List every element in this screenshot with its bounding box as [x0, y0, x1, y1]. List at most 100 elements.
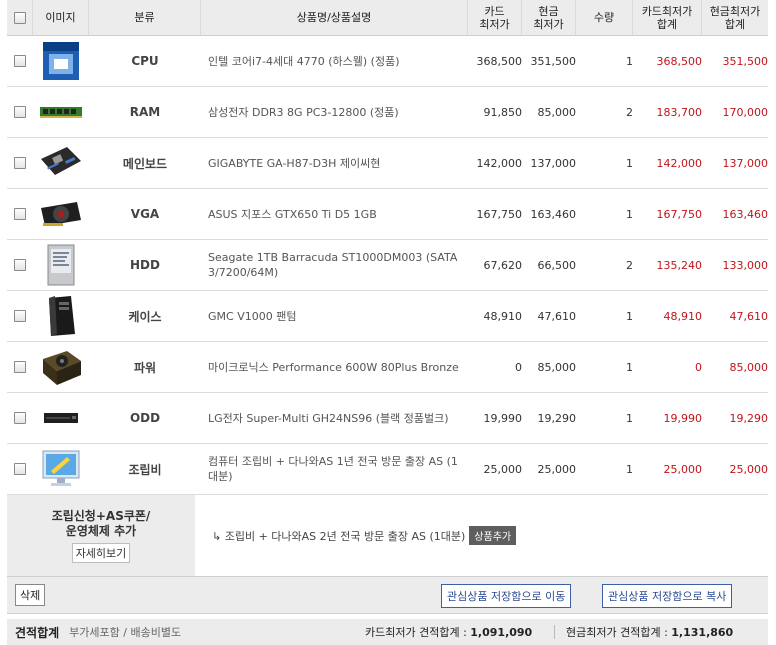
select-all-cell: [7, 0, 33, 35]
card-price: 368,500: [476, 54, 523, 68]
extra-option-item: ↳ 조립비 + 다나와AS 2년 전국 방문 출장 AS (1대분) 상품추가: [195, 495, 768, 576]
card-price: 142,000: [476, 156, 523, 170]
ram-stick-icon: [37, 90, 85, 134]
product-name[interactable]: LG전자 Super-Multi GH24NS96 (블랙 정품벌크): [201, 393, 468, 443]
cash-price: 351,500: [530, 54, 577, 68]
cash-total: 163,460: [722, 207, 769, 221]
product-image[interactable]: [33, 240, 89, 290]
header-card-price: 카드 최저가: [468, 0, 522, 35]
row-checkbox-cell: [7, 189, 33, 239]
cash-total-label: 현금최저가 견적합계 :: [566, 626, 672, 639]
card-total-summary: 카드최저가 견적합계 : 1,091,090: [365, 624, 532, 640]
card-total: 19,990: [663, 411, 703, 425]
graphics-card-icon: [37, 192, 85, 236]
product-image[interactable]: [33, 36, 89, 86]
row-checkbox[interactable]: [14, 361, 26, 373]
product-image[interactable]: [33, 87, 89, 137]
row-checkbox-cell: [7, 342, 33, 392]
product-name[interactable]: 컴퓨터 조립비 + 다나와AS 1년 전국 방문 출장 AS (1대분): [201, 444, 468, 494]
add-product-button[interactable]: 상품추가: [469, 526, 517, 545]
quantity: 2: [626, 258, 633, 272]
row-checkbox[interactable]: [14, 412, 26, 424]
cash-price: 137,000: [530, 156, 577, 170]
product-name[interactable]: ASUS 지포스 GTX650 Ti D5 1GB: [201, 189, 468, 239]
detail-view-button[interactable]: 자세히보기: [71, 542, 131, 563]
card-total: 183,700: [656, 105, 703, 119]
card-price: 91,850: [483, 105, 523, 119]
product-image[interactable]: [33, 189, 89, 239]
row-checkbox[interactable]: [14, 208, 26, 220]
table-row: ODD LG전자 Super-Multi GH24NS96 (블랙 정품벌크) 19…: [7, 393, 768, 444]
card-price: 67,620: [483, 258, 523, 272]
row-checkbox[interactable]: [14, 310, 26, 322]
table-row: HDD Seagate 1TB Barracuda ST1000DM003 (SA…: [7, 240, 768, 291]
product-image[interactable]: [33, 393, 89, 443]
product-category: ODD: [129, 411, 161, 425]
card-price: 0: [515, 360, 522, 374]
action-bar: 삭제 관심상품 저장함으로 이동 관심상품 저장함으로 복사: [7, 577, 768, 614]
cash-price: 85,000: [537, 360, 577, 374]
row-checkbox-cell: [7, 291, 33, 341]
product-image[interactable]: [33, 342, 89, 392]
table-row: VGA ASUS 지포스 GTX650 Ti D5 1GB 167,750 163,4…: [7, 189, 768, 240]
product-category: CPU: [131, 54, 159, 68]
row-checkbox-cell: [7, 240, 33, 290]
card-price: 48,910: [483, 309, 523, 323]
card-total: 368,500: [656, 54, 703, 68]
card-total-value: 1,091,090: [470, 626, 533, 639]
table-row: 파워 마이크로닉스 Performance 600W 80Plus Bronze 0…: [7, 342, 768, 393]
cash-price: 85,000: [537, 105, 577, 119]
card-total: 0: [695, 360, 702, 374]
motherboard-icon: [37, 141, 85, 185]
cash-total: 47,610: [729, 309, 769, 323]
cash-price: 66,500: [537, 258, 577, 272]
product-category: RAM: [129, 105, 161, 119]
product-name[interactable]: 마이크로닉스 Performance 600W 80Plus Bronze: [201, 342, 468, 392]
product-image[interactable]: [33, 444, 89, 494]
table-row: RAM 삼성전자 DDR3 8G PC3-12800 (정품) 91,850 85,0…: [7, 87, 768, 138]
cash-price: 163,460: [530, 207, 577, 221]
move-to-wishlist-button[interactable]: 관심상품 저장함으로 이동: [441, 584, 572, 608]
optical-drive-icon: [37, 396, 85, 440]
card-total: 135,240: [656, 258, 703, 272]
product-image[interactable]: [33, 291, 89, 341]
cash-total-summary: 현금최저가 견적합계 : 1,131,860: [566, 624, 733, 640]
row-checkbox[interactable]: [14, 463, 26, 475]
row-checkbox[interactable]: [14, 106, 26, 118]
header-qty: 수량: [576, 0, 633, 35]
card-total: 25,000: [663, 462, 703, 476]
copy-to-wishlist-button[interactable]: 관심상품 저장함으로 복사: [602, 584, 733, 608]
cash-total: 170,000: [722, 105, 769, 119]
card-total: 48,910: [663, 309, 703, 323]
product-name[interactable]: GMC V1000 팬텀: [201, 291, 468, 341]
product-name[interactable]: GIGABYTE GA-H87-D3H 제이씨현: [201, 138, 468, 188]
total-note: 부가세포함 / 배송비별도: [69, 626, 182, 639]
table-row: CPU 인텔 코어i7-4세대 4770 (하스웰) (정품) 368,500 351…: [7, 36, 768, 87]
card-price: 167,750: [476, 207, 523, 221]
product-name[interactable]: 인텔 코어i7-4세대 4770 (하스웰) (정품): [201, 36, 468, 86]
delete-button[interactable]: 삭제: [15, 584, 46, 606]
row-checkbox[interactable]: [14, 157, 26, 169]
row-checkbox-cell: [7, 393, 33, 443]
table-row: 조립비 컴퓨터 조립비 + 다나와AS 1년 전국 방문 출장 AS (1대분) 2…: [7, 444, 768, 495]
row-checkbox-cell: [7, 87, 33, 137]
quantity: 1: [626, 207, 633, 221]
row-checkbox[interactable]: [14, 259, 26, 271]
quantity: 1: [626, 462, 633, 476]
product-image[interactable]: [33, 138, 89, 188]
product-name[interactable]: Seagate 1TB Barracuda ST1000DM003 (SATA …: [201, 240, 468, 290]
cash-total-value: 1,131,860: [671, 626, 734, 639]
cash-total: 137,000: [722, 156, 769, 170]
select-all-checkbox[interactable]: [13, 11, 26, 24]
header-cash-total: 현금최저가 합계: [709, 4, 761, 31]
card-price: 19,990: [483, 411, 523, 425]
hard-drive-icon: [37, 243, 85, 287]
product-name[interactable]: 삼성전자 DDR3 8G PC3-12800 (정품): [201, 87, 468, 137]
power-supply-icon: [37, 345, 85, 389]
row-checkbox[interactable]: [14, 55, 26, 67]
card-total: 167,750: [656, 207, 703, 221]
cash-total: 25,000: [729, 462, 769, 476]
table-header: 이미지 분류 상품명/상품설명 카드 최저가 현금 최저가 수량 카드최저가 합…: [7, 0, 768, 36]
row-checkbox-cell: [7, 36, 33, 86]
quantity: 1: [626, 156, 633, 170]
